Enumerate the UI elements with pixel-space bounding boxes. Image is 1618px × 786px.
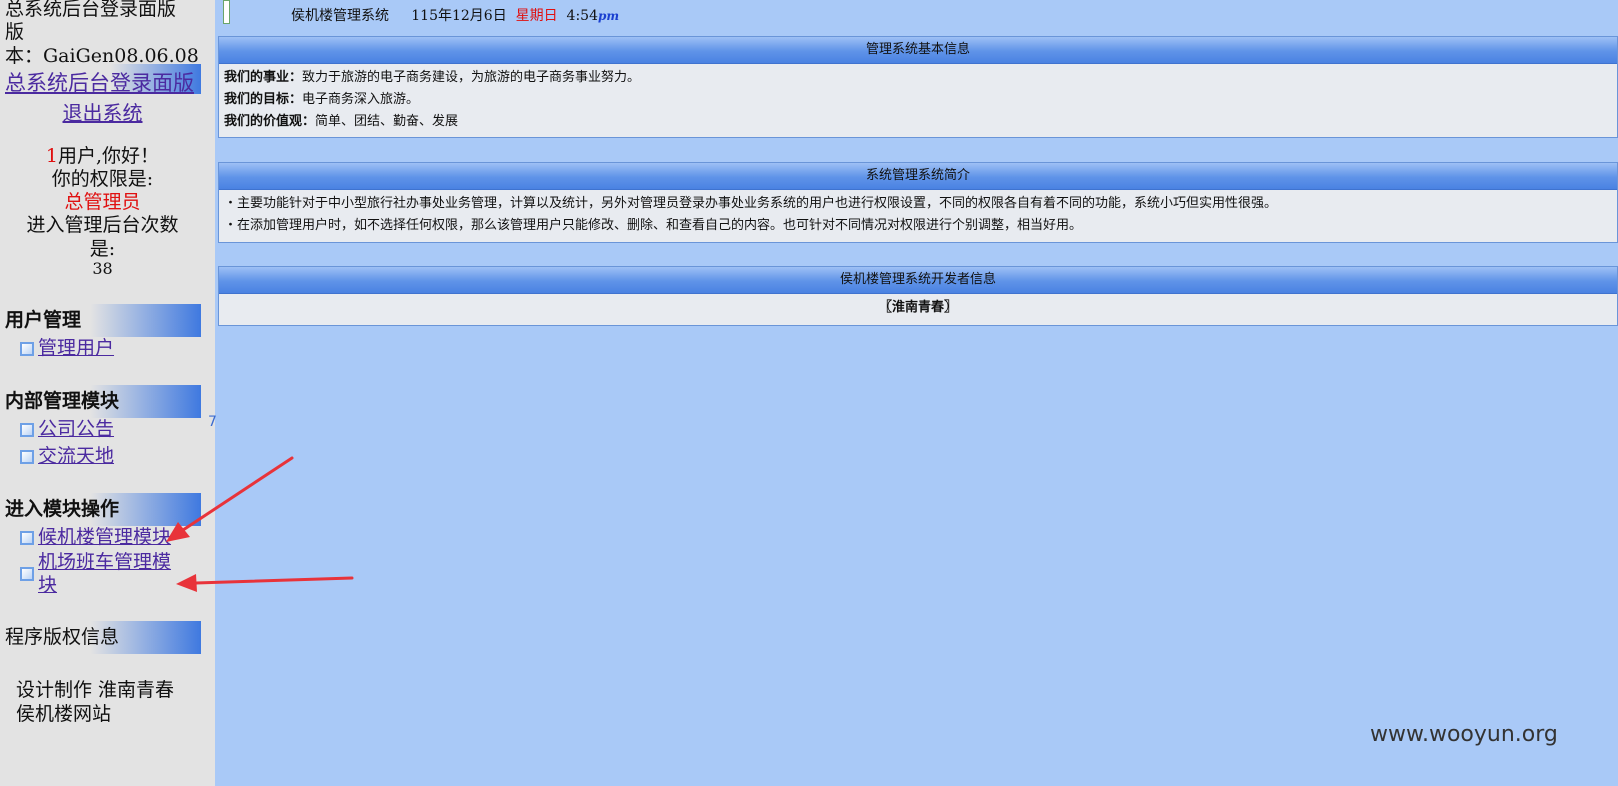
menu-link-cont[interactable]: 块 [38, 574, 171, 597]
frame-marker [223, 0, 230, 24]
row-label: 我们的事业： [224, 70, 303, 85]
row-label: 我们的价值观： [224, 114, 316, 129]
menu-link[interactable]: 公司公告 [38, 418, 114, 441]
menu-link[interactable]: 管理用户 [38, 337, 114, 360]
menu-link[interactable]: 交流天地 [38, 445, 114, 468]
sidebar-header-line: 版 [5, 21, 25, 43]
credit-site: 侯机楼网站 [16, 703, 112, 725]
panel-developer-info: 侯机楼管理系统开发者信息 〖淮南青春〗 [218, 266, 1618, 326]
info-row: 我们的事业：致力于旅游的电子商务建设，为旅游的电子商务事业努力。 [224, 67, 1612, 89]
panel-title: 侯机楼管理系统开发者信息 [219, 267, 1617, 294]
intro-line: ・在添加管理用户时，如不选择任何权限，那么该管理用户只能修改、删除、和查看自己的… [224, 218, 1083, 233]
bullet-icon [20, 423, 34, 437]
menu-link-wrap: 机场班车管理模 块 [38, 551, 171, 597]
visits-count: 38 [92, 259, 113, 278]
stray-char: 7 [208, 414, 217, 430]
ampm: pm [597, 9, 620, 23]
info-row: 我们的价值观：简单、团结、勤奋、发展 [224, 111, 1612, 133]
weekday: 星期日 [515, 8, 558, 24]
menu-link[interactable]: 候机楼管理模块 [38, 526, 171, 549]
row-text: 致力于旅游的电子商务建设，为旅游的电子商务事业努力。 [302, 70, 641, 85]
panel-body: ・主要功能针对于中小型旅行社办事处业务管理，计算以及统计，另外对管理员登录办事处… [219, 190, 1617, 240]
developer-name: 〖淮南青春〗 [878, 300, 957, 315]
section-copyright: 程序版权信息 [0, 621, 201, 654]
sidebar-header-line: 总系统后台登录面版 [5, 0, 177, 20]
info-row: 我们的目标：电子商务深入旅游。 [224, 89, 1612, 111]
section-user-management: 用户管理 [0, 304, 201, 337]
panel-title: 管理系统基本信息 [219, 37, 1617, 64]
panel-system-intro: 系统管理系统简介 ・主要功能针对于中小型旅行社办事处业务管理，计算以及统计，另外… [218, 162, 1618, 243]
admin-panel-link[interactable]: 总系统后台登录面版 [5, 67, 194, 97]
section-module-operations: 进入模块操作 [0, 493, 201, 526]
panel-body: 我们的事业：致力于旅游的电子商务建设，为旅游的电子商务事业努力。 我们的目标：电… [219, 64, 1617, 136]
menu-item-manage-users[interactable]: 管理用户 [20, 337, 114, 360]
bullet-icon [20, 450, 34, 464]
watermark: www.wooyun.org [1370, 722, 1558, 747]
bullet-icon [20, 531, 34, 545]
visits-label-cont: 是: [89, 238, 116, 260]
status-text: 侯机楼管理系统 115年12月6日 星期日 4:54pm [291, 5, 619, 25]
row-label: 我们的目标： [224, 92, 303, 107]
bullet-icon [20, 567, 34, 581]
credit-line: 设计制作 淮南青春 [16, 679, 175, 701]
intro-line: ・主要功能针对于中小型旅行社办事处业务管理，计算以及统计，另外对管理员登录办事处… [224, 196, 1278, 211]
visits-label: 进入管理后台次数 [26, 214, 179, 236]
panel-body: 〖淮南青春〗 [219, 294, 1617, 322]
menu-item-forum[interactable]: 交流天地 [20, 445, 114, 468]
logout-link[interactable]: 退出系统 [0, 97, 205, 126]
sidebar: 总系统后台登录面版 版 本：GaiGen08.06.08 总系统后台登录面版 退… [0, 0, 215, 786]
system-name: 侯机楼管理系统 [291, 8, 389, 24]
menu-item-terminal-module[interactable]: 候机楼管理模块 [20, 526, 171, 549]
date: 115年12月6日 [411, 8, 507, 24]
menu-item-announcements[interactable]: 公司公告 [20, 418, 114, 441]
section-internal-modules: 内部管理模块 [0, 385, 201, 418]
panel-title: 系统管理系统简介 [219, 163, 1617, 190]
time: 4:54 [566, 8, 598, 24]
row-text: 简单、团结、勤奋、发展 [315, 114, 459, 129]
menu-item-shuttle-module[interactable]: 机场班车管理模 块 [20, 551, 171, 597]
row-text: 电子商务深入旅游。 [302, 92, 420, 107]
menu-link[interactable]: 机场班车管理模 [38, 551, 171, 574]
panel-basic-info: 管理系统基本信息 我们的事业：致力于旅游的电子商务建设，为旅游的电子商务事业努力… [218, 36, 1618, 138]
top-status-bar: 侯机楼管理系统 115年12月6日 星期日 4:54pm [215, 0, 1618, 24]
bullet-icon [20, 342, 34, 356]
